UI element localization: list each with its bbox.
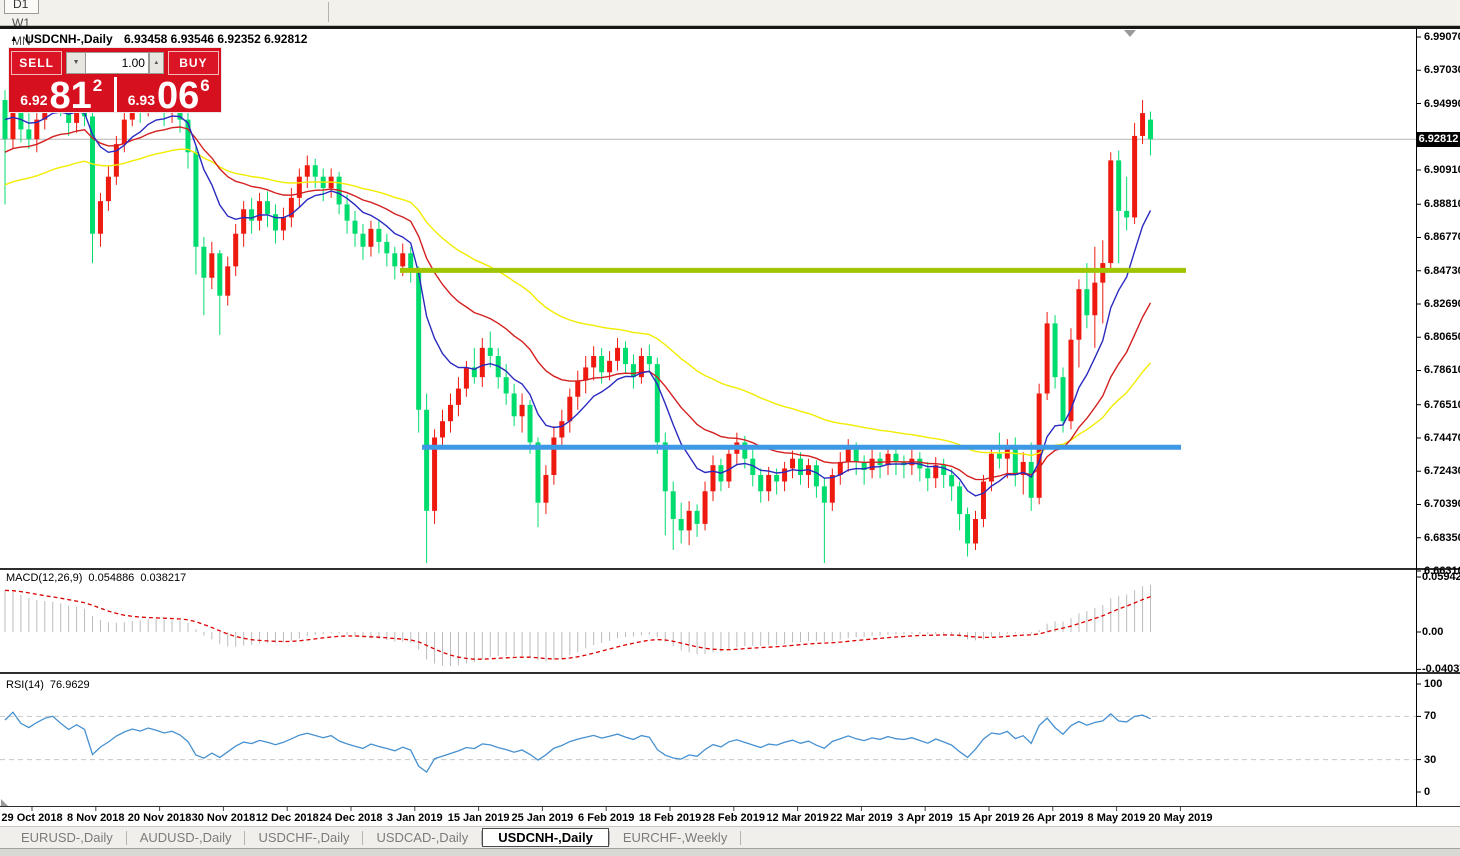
- rsi-axis-label: 0: [1424, 786, 1431, 798]
- chart-symbol-label: USDCNH-,Daily: [25, 32, 113, 46]
- price-axis-label: 6.74470: [1424, 431, 1460, 444]
- trade-prices-row: 6.92 81 2 6.93 06 6: [9, 75, 221, 117]
- date-axis-label: 29 Oct 2018: [1, 812, 63, 824]
- macd-axis-label: 0.00: [1422, 626, 1444, 638]
- volume-input[interactable]: [85, 51, 149, 74]
- tab-separator: [740, 830, 742, 845]
- date-axis-label: 24 Dec 2018: [319, 812, 383, 824]
- macd-axis-label: 0.059422: [1422, 571, 1460, 584]
- price-axis-label: 6.84730: [1424, 264, 1460, 277]
- main-macd-separator[interactable]: [0, 568, 1460, 570]
- sell-price-point: 2: [92, 76, 103, 95]
- moving-average-10: [4, 111, 1152, 497]
- date-axis-label: 15 Apr 2019: [958, 812, 1020, 824]
- macd-histogram: [4, 584, 1152, 667]
- date-axis-label: 3 Apr 2019: [897, 812, 953, 824]
- date-axis-label: 20 Nov 2018: [127, 812, 192, 824]
- rsi-axis-label: 70: [1424, 710, 1437, 723]
- macd-name: MACD(12,26,9): [6, 572, 83, 584]
- price-axis-label: 6.72430: [1424, 465, 1460, 478]
- tab-usdcnh-daily[interactable]: USDCNH-,Daily: [482, 828, 609, 847]
- macd-rsi-separator[interactable]: [0, 672, 1460, 674]
- sell-price-handle: 6.92: [20, 92, 48, 108]
- date-axis-label: 6 Feb 2019: [578, 812, 635, 824]
- date-axis-label: 18 Feb 2019: [638, 812, 702, 824]
- rsi-axis-label: 100: [1424, 678, 1443, 690]
- macd-signal-line: [4, 589, 1151, 660]
- buy-price-handle: 6.93: [127, 92, 155, 108]
- last-bar-position-marker-icon: [1124, 30, 1136, 37]
- collapse-triangle-icon[interactable]: ▲: [10, 34, 18, 43]
- macd-main-value: 0.054886: [88, 572, 135, 584]
- date-axis-label: 30 Nov 2018: [191, 812, 256, 824]
- tab-eurusd-daily[interactable]: EURUSD-,Daily: [8, 829, 126, 846]
- price-axis-label: 6.76510: [1424, 398, 1460, 411]
- timeframe-toolbar: H4D1W1MN: [0, 0, 1460, 48]
- rsi-name: RSI(14): [6, 679, 44, 691]
- date-axis-label: 8 May 2019: [1087, 812, 1146, 824]
- moving-average-24: [4, 126, 1152, 481]
- rsi-value: 76.9629: [49, 679, 90, 691]
- tab-usdchf-daily[interactable]: USDCHF-,Daily: [245, 829, 362, 846]
- price-axis-label: 6.90910: [1424, 164, 1460, 176]
- tab-usdcad-daily[interactable]: USDCAD-,Daily: [363, 829, 481, 846]
- rsi-indicator-label: RSI(14) 76.9629: [6, 679, 96, 691]
- price-axis-label: 6.97030: [1424, 64, 1460, 77]
- date-axis-label: 20 May 2019: [1148, 812, 1213, 824]
- date-axis-label: 25 Jan 2019: [511, 812, 574, 824]
- chart-window-top-border: [0, 26, 1460, 29]
- moving-average-50: [4, 148, 1152, 457]
- price-axis-label: 6.80650: [1424, 331, 1460, 344]
- price-axis-label: 6.82690: [1424, 297, 1460, 310]
- price-axis-label: 6.68350: [1424, 531, 1460, 544]
- price-axis-label: 6.94990: [1424, 97, 1460, 110]
- tab-audusd-daily[interactable]: AUDUSD-,Daily: [127, 829, 245, 846]
- date-axis-label: 22 Mar 2019: [830, 812, 893, 824]
- chart-canvas[interactable]: [0, 0, 1460, 855]
- volume-decrease-button[interactable]: ▼: [66, 51, 86, 74]
- one-click-trade-panel: SELL ▼ ▲ BUY 6.92 81 2 6.93 06 6: [8, 47, 222, 117]
- timeframe-button-d1[interactable]: D1: [4, 0, 39, 14]
- tab-eurchf-weekly[interactable]: EURCHF-,Weekly: [610, 829, 741, 846]
- macd-signal-value: 0.038217: [140, 572, 187, 584]
- buy-price-display[interactable]: 6.93 06 6: [116, 75, 221, 117]
- current-price-tag: 6.92812: [1417, 132, 1460, 147]
- date-axis-label: 26 Apr 2019: [1022, 812, 1084, 824]
- sell-price-display[interactable]: 6.92 81 2: [9, 75, 114, 117]
- price-axis-label: 6.86770: [1424, 231, 1460, 244]
- price-axis-label: 6.70390: [1424, 498, 1460, 511]
- chart-ohlc-values: 6.93458 6.93546 6.92352 6.92812: [123, 32, 308, 46]
- candles: [2, 80, 1154, 563]
- date-axis-label: 15 Jan 2019: [447, 812, 510, 824]
- macd-indicator-label: MACD(12,26,9) 0.054886 0.038217: [6, 572, 192, 584]
- date-axis-label: 12 Dec 2018: [255, 812, 319, 824]
- price-axis-label: 6.99070: [1424, 31, 1460, 43]
- volume-increase-button[interactable]: ▲: [148, 51, 164, 74]
- buy-price-point: 6: [200, 76, 210, 95]
- price-axis-label: 6.88810: [1424, 198, 1460, 211]
- toolbar-separator: [328, 2, 329, 22]
- price-axis-label: 6.78610: [1424, 364, 1460, 377]
- macd-axis-label: -0.040371: [1422, 663, 1460, 676]
- chart-tab-bar: EURUSD-,Daily AUDUSD-,Daily USDCHF-,Daily U…: [0, 826, 1460, 848]
- sell-price-pips: 81: [49, 75, 92, 117]
- date-axis-label: 8 Nov 2018: [67, 812, 125, 824]
- rsi-axis-label: 30: [1424, 753, 1437, 766]
- rsi-line: [4, 711, 1151, 774]
- trade-controls-row: SELL ▼ ▲ BUY: [9, 48, 221, 75]
- date-axis-label: 3 Jan 2019: [386, 812, 443, 824]
- date-axis-label: 28 Feb 2019: [702, 812, 765, 824]
- chart-title: ▲ USDCNH-,Daily 6.93458 6.93546 6.92352 …: [10, 32, 307, 46]
- rsi-axis-separator: [0, 806, 1460, 807]
- date-axis-label: 12 Mar 2019: [766, 812, 829, 824]
- buy-price-pips: 06: [157, 75, 200, 117]
- buy-button[interactable]: BUY: [167, 50, 219, 75]
- sell-button[interactable]: SELL: [11, 50, 63, 75]
